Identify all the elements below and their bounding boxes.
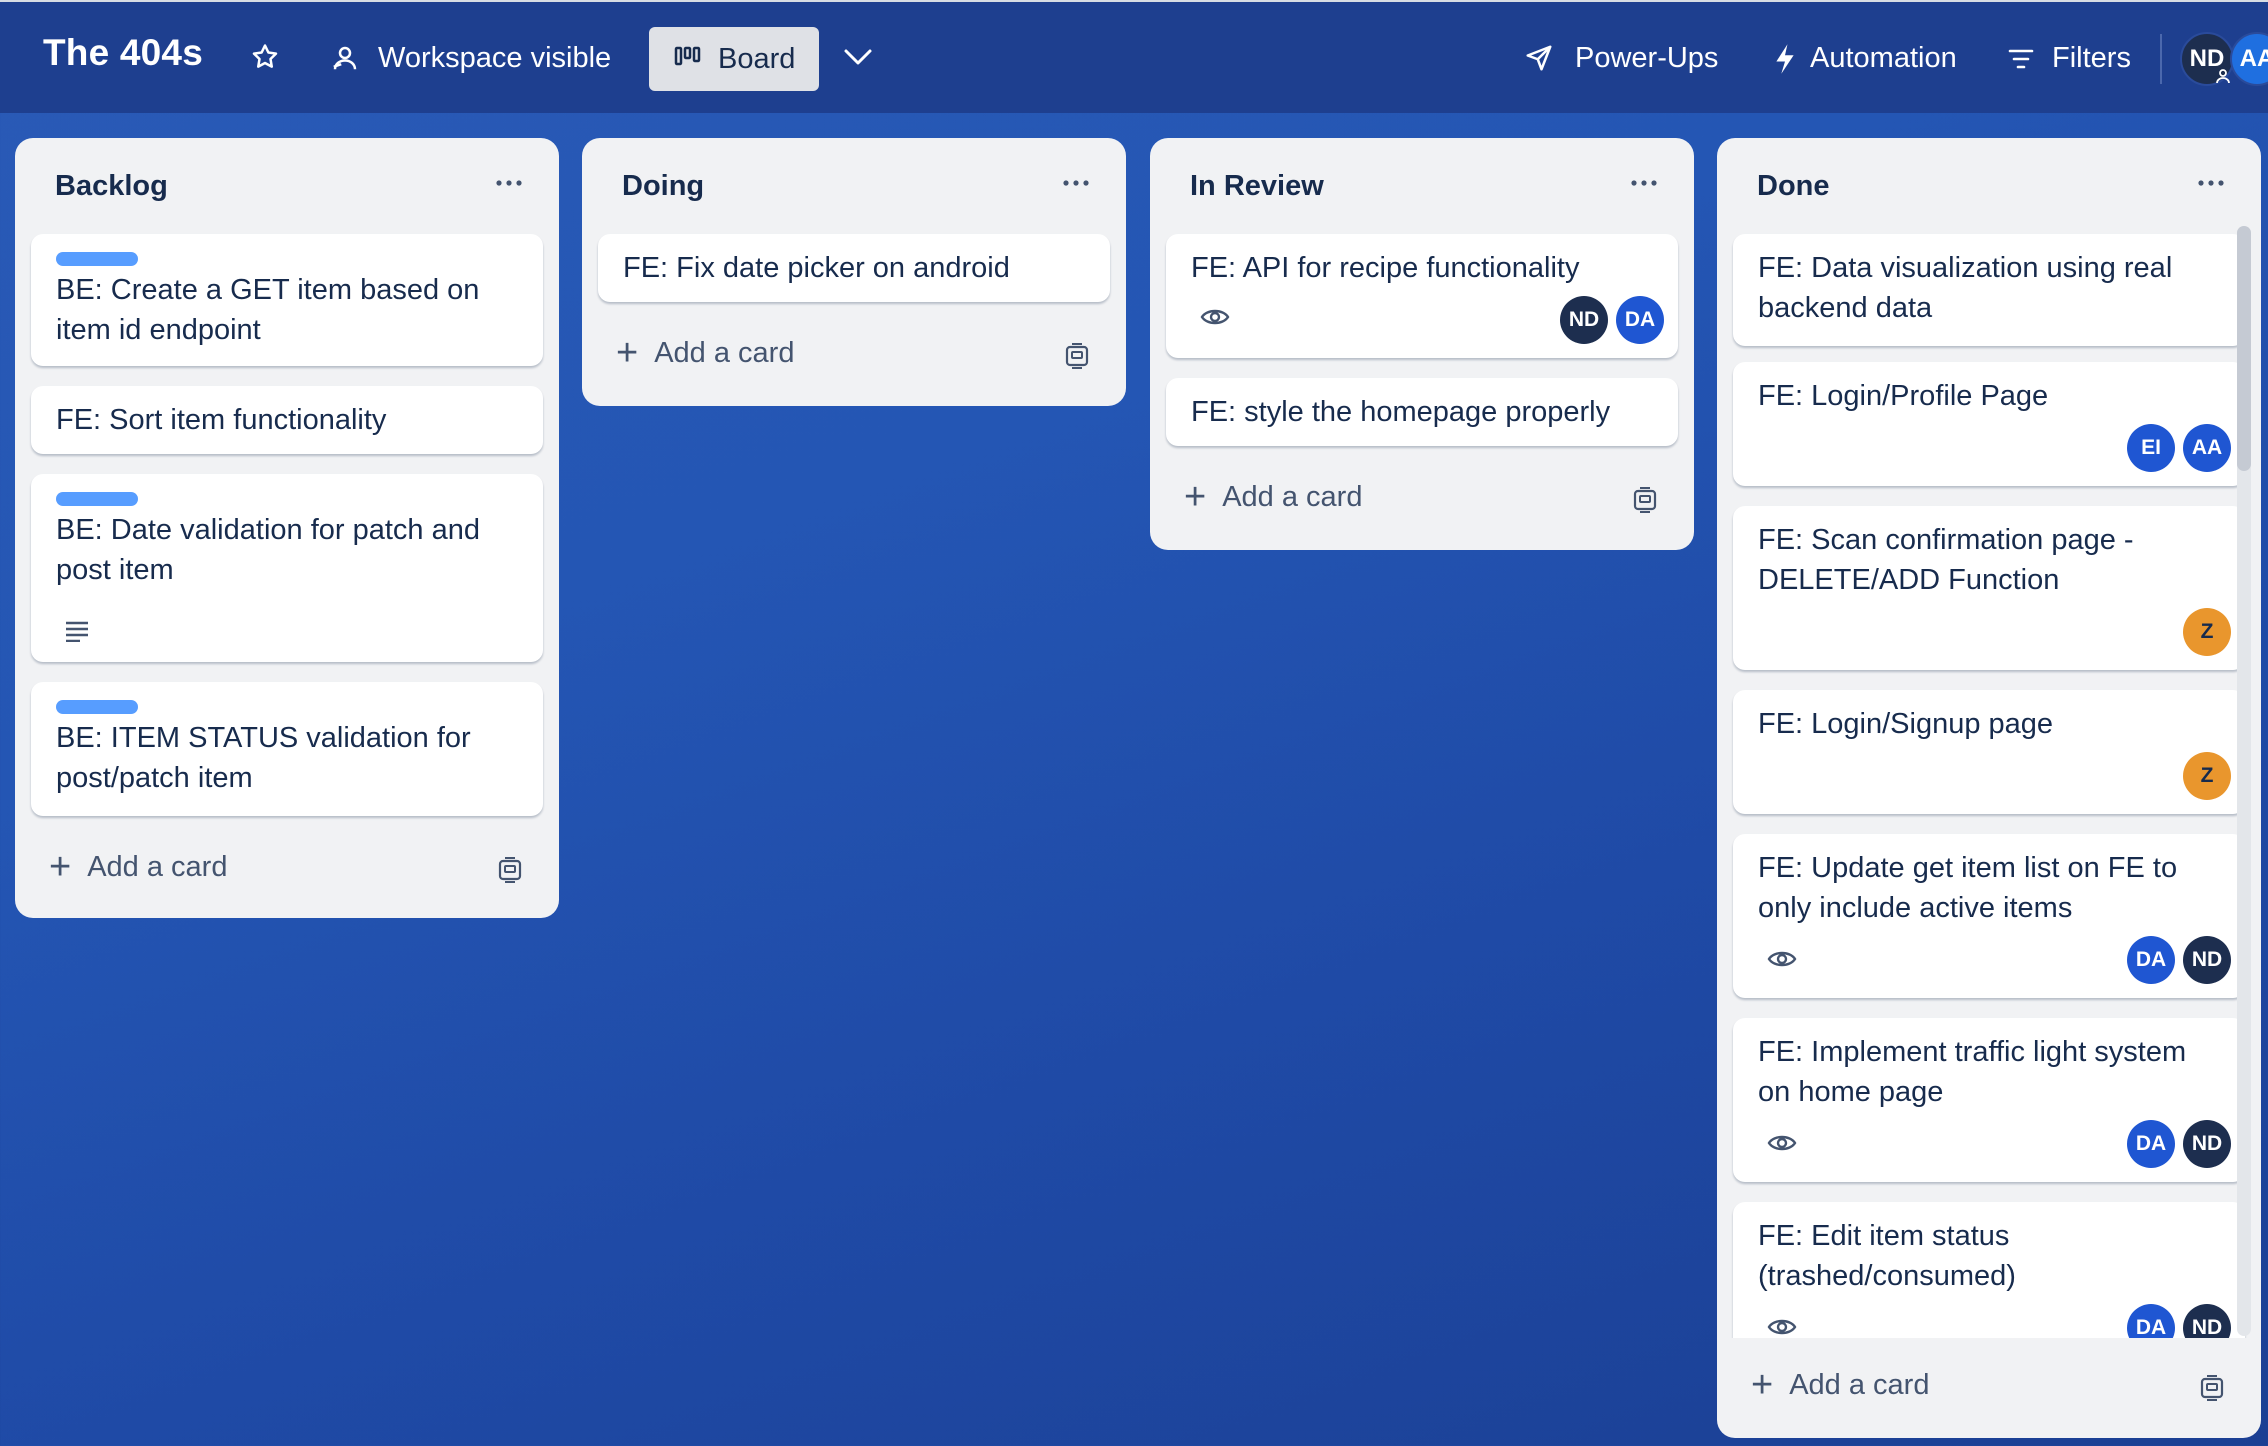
add-card-button[interactable]: + Add a card bbox=[616, 334, 794, 372]
card[interactable]: FE: API for recipe functionality ND DA bbox=[1166, 234, 1678, 358]
member-avatar[interactable]: DA bbox=[2127, 936, 2175, 984]
card[interactable]: FE: Fix date picker on android bbox=[598, 234, 1110, 302]
list-cards-scroll-area[interactable]: FE: Data visualization using real backend… bbox=[1717, 228, 2261, 1338]
card-title: FE: Fix date picker on android bbox=[623, 252, 1010, 284]
card-title: BE: Date validation for patch and post it… bbox=[56, 514, 480, 586]
automation-button[interactable]: Automation bbox=[1810, 42, 1957, 75]
add-card-label: Add a card bbox=[1789, 1368, 1930, 1401]
member-avatar[interactable]: Z bbox=[2183, 608, 2231, 656]
watch-icon bbox=[1767, 1132, 1797, 1154]
add-card-button[interactable]: + Add a card bbox=[1184, 478, 1362, 516]
filters-button[interactable]: Filters bbox=[2052, 42, 2131, 75]
power-ups-button[interactable]: Power-Ups bbox=[1575, 42, 1718, 75]
more-icon[interactable] bbox=[489, 168, 529, 198]
card-title: FE: Login/Signup page bbox=[1758, 708, 2054, 740]
workspace-visible-button[interactable]: Workspace visible bbox=[378, 42, 611, 75]
watch-icon bbox=[1767, 1316, 1797, 1338]
member-avatar[interactable]: Z bbox=[2183, 752, 2231, 800]
add-card-label: Add a card bbox=[654, 336, 795, 369]
member-avatar[interactable]: ND bbox=[2183, 1304, 2231, 1338]
add-card-label: Add a card bbox=[1222, 480, 1363, 513]
card-template-icon[interactable] bbox=[1064, 343, 1090, 374]
card[interactable]: FE: Login/Profile Page EI AA bbox=[1733, 362, 2245, 486]
plus-icon: + bbox=[1751, 1364, 1774, 1406]
card[interactable]: BE: ITEM STATUS validation for post/patch… bbox=[31, 682, 543, 816]
rocket-icon bbox=[1524, 43, 1554, 73]
description-icon bbox=[64, 620, 90, 642]
list-title[interactable]: In Review bbox=[1190, 170, 1324, 203]
more-icon[interactable] bbox=[1624, 168, 1664, 198]
card[interactable]: FE: Scan confirmation page - DELETE/ADD F… bbox=[1733, 506, 2245, 670]
list-title[interactable]: Done bbox=[1757, 170, 1830, 203]
add-card-button[interactable]: + Add a card bbox=[49, 848, 227, 886]
header-divider bbox=[2160, 34, 2162, 84]
member-avatar[interactable]: DA bbox=[1616, 296, 1664, 344]
card[interactable]: FE: Data visualization using real backend… bbox=[1733, 234, 2245, 346]
card-title: BE: Create a GET item based on item id en… bbox=[56, 274, 480, 346]
card-title: FE: style the homepage properly bbox=[1191, 396, 1611, 428]
member-avatar[interactable]: ND bbox=[2183, 936, 2231, 984]
card[interactable]: FE: Implement traffic light system on hom… bbox=[1733, 1018, 2245, 1182]
filter-icon bbox=[2008, 48, 2034, 70]
card-title: FE: Edit item status (trashed/consumed) bbox=[1758, 1220, 2016, 1292]
member-avatar[interactable]: DA bbox=[2127, 1120, 2175, 1168]
card[interactable]: FE: Fix date picker on androidFE: Sort i… bbox=[31, 386, 543, 454]
add-card-button[interactable]: + Add a card bbox=[1751, 1366, 1929, 1404]
star-icon[interactable] bbox=[250, 42, 280, 72]
add-card-label: Add a card bbox=[87, 850, 228, 883]
card[interactable]: FE: style the homepage properly bbox=[1166, 378, 1678, 446]
card[interactable]: FE: Login/Signup page Z bbox=[1733, 690, 2245, 814]
member-avatar[interactable]: ND bbox=[2183, 1120, 2231, 1168]
board-view-label: Board bbox=[718, 42, 796, 75]
watch-icon bbox=[1767, 948, 1797, 970]
card-template-icon[interactable] bbox=[1632, 487, 1658, 518]
card-title: FE: Scan confirmation page - DELETE/ADD F… bbox=[1758, 524, 2134, 596]
member-avatar[interactable]: ND bbox=[1560, 296, 1608, 344]
list-backlog: Backlog BE: Create a GET item based on it… bbox=[15, 138, 559, 918]
list-title[interactable]: Doing bbox=[622, 170, 704, 203]
board-view-icon bbox=[674, 46, 702, 73]
card-title: FE: Login/Profile Page bbox=[1758, 380, 2049, 412]
member-avatar[interactable]: AA bbox=[2183, 424, 2231, 472]
lightning-icon bbox=[1772, 43, 1798, 75]
admin-badge-icon bbox=[2214, 68, 2232, 84]
card-label[interactable] bbox=[56, 252, 138, 266]
member-avatar[interactable]: DA bbox=[2127, 1304, 2175, 1338]
card-label[interactable] bbox=[56, 700, 138, 714]
card[interactable]: FE: Update get item list on FE to only in… bbox=[1733, 834, 2245, 998]
plus-icon: + bbox=[1184, 476, 1207, 518]
card-title: FE: Fix date picker on androidFE: Sort i… bbox=[56, 404, 387, 436]
list-done: Done FE: Data visualization using real ba… bbox=[1717, 138, 2261, 1438]
member-avatar[interactable]: EI bbox=[2127, 424, 2175, 472]
member-initials: AA bbox=[2239, 45, 2268, 72]
card-title: FE: Data visualization using real backend… bbox=[1758, 252, 2173, 324]
list-doing: Doing FE: Fix date picker on android + A… bbox=[582, 138, 1126, 406]
card-title: FE: Implement traffic light system on hom… bbox=[1758, 1036, 2187, 1108]
board-header: The 404s Workspace visible Board Power-U… bbox=[0, 0, 2268, 113]
list-scrollbar-thumb[interactable] bbox=[2237, 226, 2251, 471]
card[interactable]: BE: Create a GET item based on item id en… bbox=[31, 234, 543, 366]
more-icon[interactable] bbox=[1056, 168, 1096, 198]
chevron-down-icon[interactable] bbox=[843, 46, 873, 68]
board-title[interactable]: The 404s bbox=[43, 32, 203, 74]
list-in-review: In Review FE: API for recipe functionali… bbox=[1150, 138, 1694, 550]
card-template-icon[interactable] bbox=[2199, 1375, 2225, 1406]
card[interactable]: BE: Date validation for patch and post it… bbox=[31, 474, 543, 662]
more-icon[interactable] bbox=[2191, 168, 2231, 198]
workspace-visibility-icon bbox=[330, 43, 360, 73]
list-title[interactable]: Backlog bbox=[55, 170, 168, 203]
card-template-icon[interactable] bbox=[497, 857, 523, 888]
plus-icon: + bbox=[49, 846, 72, 888]
board-view-button[interactable]: Board bbox=[649, 27, 819, 91]
card-title: FE: Update get item list on FE to only in… bbox=[1758, 852, 2178, 924]
member-avatar[interactable]: AA bbox=[2230, 32, 2268, 86]
plus-icon: + bbox=[616, 332, 639, 374]
card-label[interactable] bbox=[56, 492, 138, 506]
card[interactable]: FE: Edit item status (trashed/consumed) D… bbox=[1733, 1202, 2245, 1338]
card-title: BE: ITEM STATUS validation for post/patch… bbox=[56, 722, 471, 794]
watch-icon bbox=[1200, 306, 1230, 328]
card-title: FE: API for recipe functionality bbox=[1191, 252, 1580, 284]
